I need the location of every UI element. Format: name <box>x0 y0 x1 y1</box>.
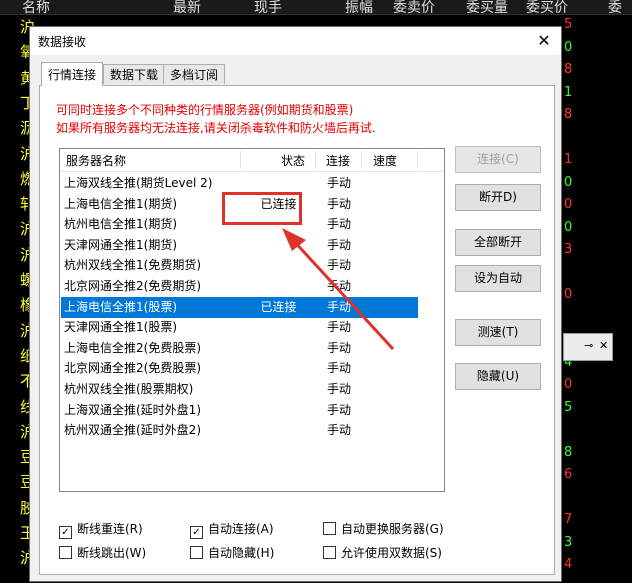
tab-market-connection[interactable]: 行情连接 <box>41 62 104 86</box>
auto-connect-checkbox[interactable]: ✓ 自动连接(A) <box>190 521 274 539</box>
close-icon[interactable]: ✕ <box>599 339 608 352</box>
quote-value-cell: 0 <box>564 39 573 55</box>
checkbox-label: 允许使用双数据(S) <box>341 546 442 560</box>
checkbox-empty-icon[interactable] <box>323 522 336 535</box>
header-ask: 委卖价 <box>393 0 435 15</box>
quote-value-cell: 0 <box>564 219 573 235</box>
header-bidvol: 委买量 <box>466 0 508 15</box>
auto-switch-server-checkbox[interactable]: 自动更换服务器(G) <box>323 521 444 537</box>
quote-value-cell: 6 <box>564 467 573 482</box>
checkbox-label: 自动更换服务器(G) <box>341 522 444 536</box>
exit-on-disconnect-checkbox[interactable]: 断线跳出(W) <box>59 545 146 561</box>
header-name: 名称 <box>22 0 50 15</box>
quote-value-column: 5081810003040586734 <box>562 14 632 582</box>
quote-value-cell: 0 <box>564 197 573 212</box>
allow-dual-data-checkbox[interactable]: 允许使用双数据(S) <box>323 545 442 561</box>
checkbox-label: 断线重连(R) <box>77 522 143 536</box>
header-latest: 最新 <box>173 0 201 15</box>
quote-value-cell: 0 <box>564 287 573 302</box>
floating-mini-panel[interactable]: ⊸ ✕ <box>563 333 613 361</box>
checkbox-label: 自动隐藏(H) <box>208 546 275 560</box>
checkbox-empty-icon[interactable] <box>59 546 72 559</box>
connect-button[interactable]: 连接(C) <box>455 146 541 173</box>
quote-table-header: 名称 最新 现手 振幅 委卖价 委买量 委买价 委 <box>0 0 632 15</box>
speed-test-button[interactable]: 测速(T) <box>455 319 541 346</box>
header-amplitude: 振幅 <box>345 0 373 15</box>
header-bid: 委买价 <box>526 0 568 15</box>
checkmark-icon[interactable]: ✓ <box>59 526 72 539</box>
header-hand: 现手 <box>254 0 282 15</box>
checkbox-empty-icon[interactable] <box>323 546 336 559</box>
quote-value-cell: 1 <box>564 152 573 167</box>
hide-button[interactable]: 隐藏(U) <box>455 363 541 390</box>
annotation-arrow-icon <box>282 228 395 351</box>
data-receive-dialog: 数据接收 ✕ 行情连接 数据下载 多档订阅 可同时连接多个不同种类的行情服务器(… <box>29 26 562 582</box>
disconnect-button[interactable]: 断开D) <box>455 184 541 211</box>
quote-value-cell: 3 <box>564 534 573 550</box>
quote-value-cell: 5 <box>564 17 573 32</box>
quote-name-column: 沪氧黄丁沥沪燃轧沪沪螺橡沪纸不线沪豆豆胶王沪 <box>0 14 35 582</box>
quote-value-cell: 8 <box>564 444 573 460</box>
quote-value-cell: 7 <box>564 512 573 527</box>
quote-value-cell: 4 <box>564 557 573 572</box>
checkbox-label: 自动连接(A) <box>208 522 274 536</box>
quote-value-cell: 0 <box>564 377 573 392</box>
checkbox-label: 断线跳出(W) <box>77 546 147 560</box>
quote-value-cell: 8 <box>564 107 573 122</box>
pin-icon[interactable]: ⊸ <box>584 339 593 352</box>
header-more: 委 <box>608 0 622 15</box>
reconnect-checkbox[interactable]: ✓ 断线重连(R) <box>59 521 143 539</box>
quote-value-cell: 0 <box>564 174 573 190</box>
set-auto-button[interactable]: 设为自动 <box>455 265 541 292</box>
checkbox-empty-icon[interactable] <box>190 546 203 559</box>
auto-hide-checkbox[interactable]: 自动隐藏(H) <box>190 545 274 561</box>
quote-value-cell: 3 <box>564 242 573 257</box>
disconnect-all-button[interactable]: 全部断开 <box>455 229 541 256</box>
quote-value-cell: 5 <box>564 399 573 415</box>
checkmark-icon[interactable]: ✓ <box>190 526 203 539</box>
quote-value-cell: 1 <box>564 84 573 100</box>
quote-value-cell: 8 <box>564 62 573 77</box>
